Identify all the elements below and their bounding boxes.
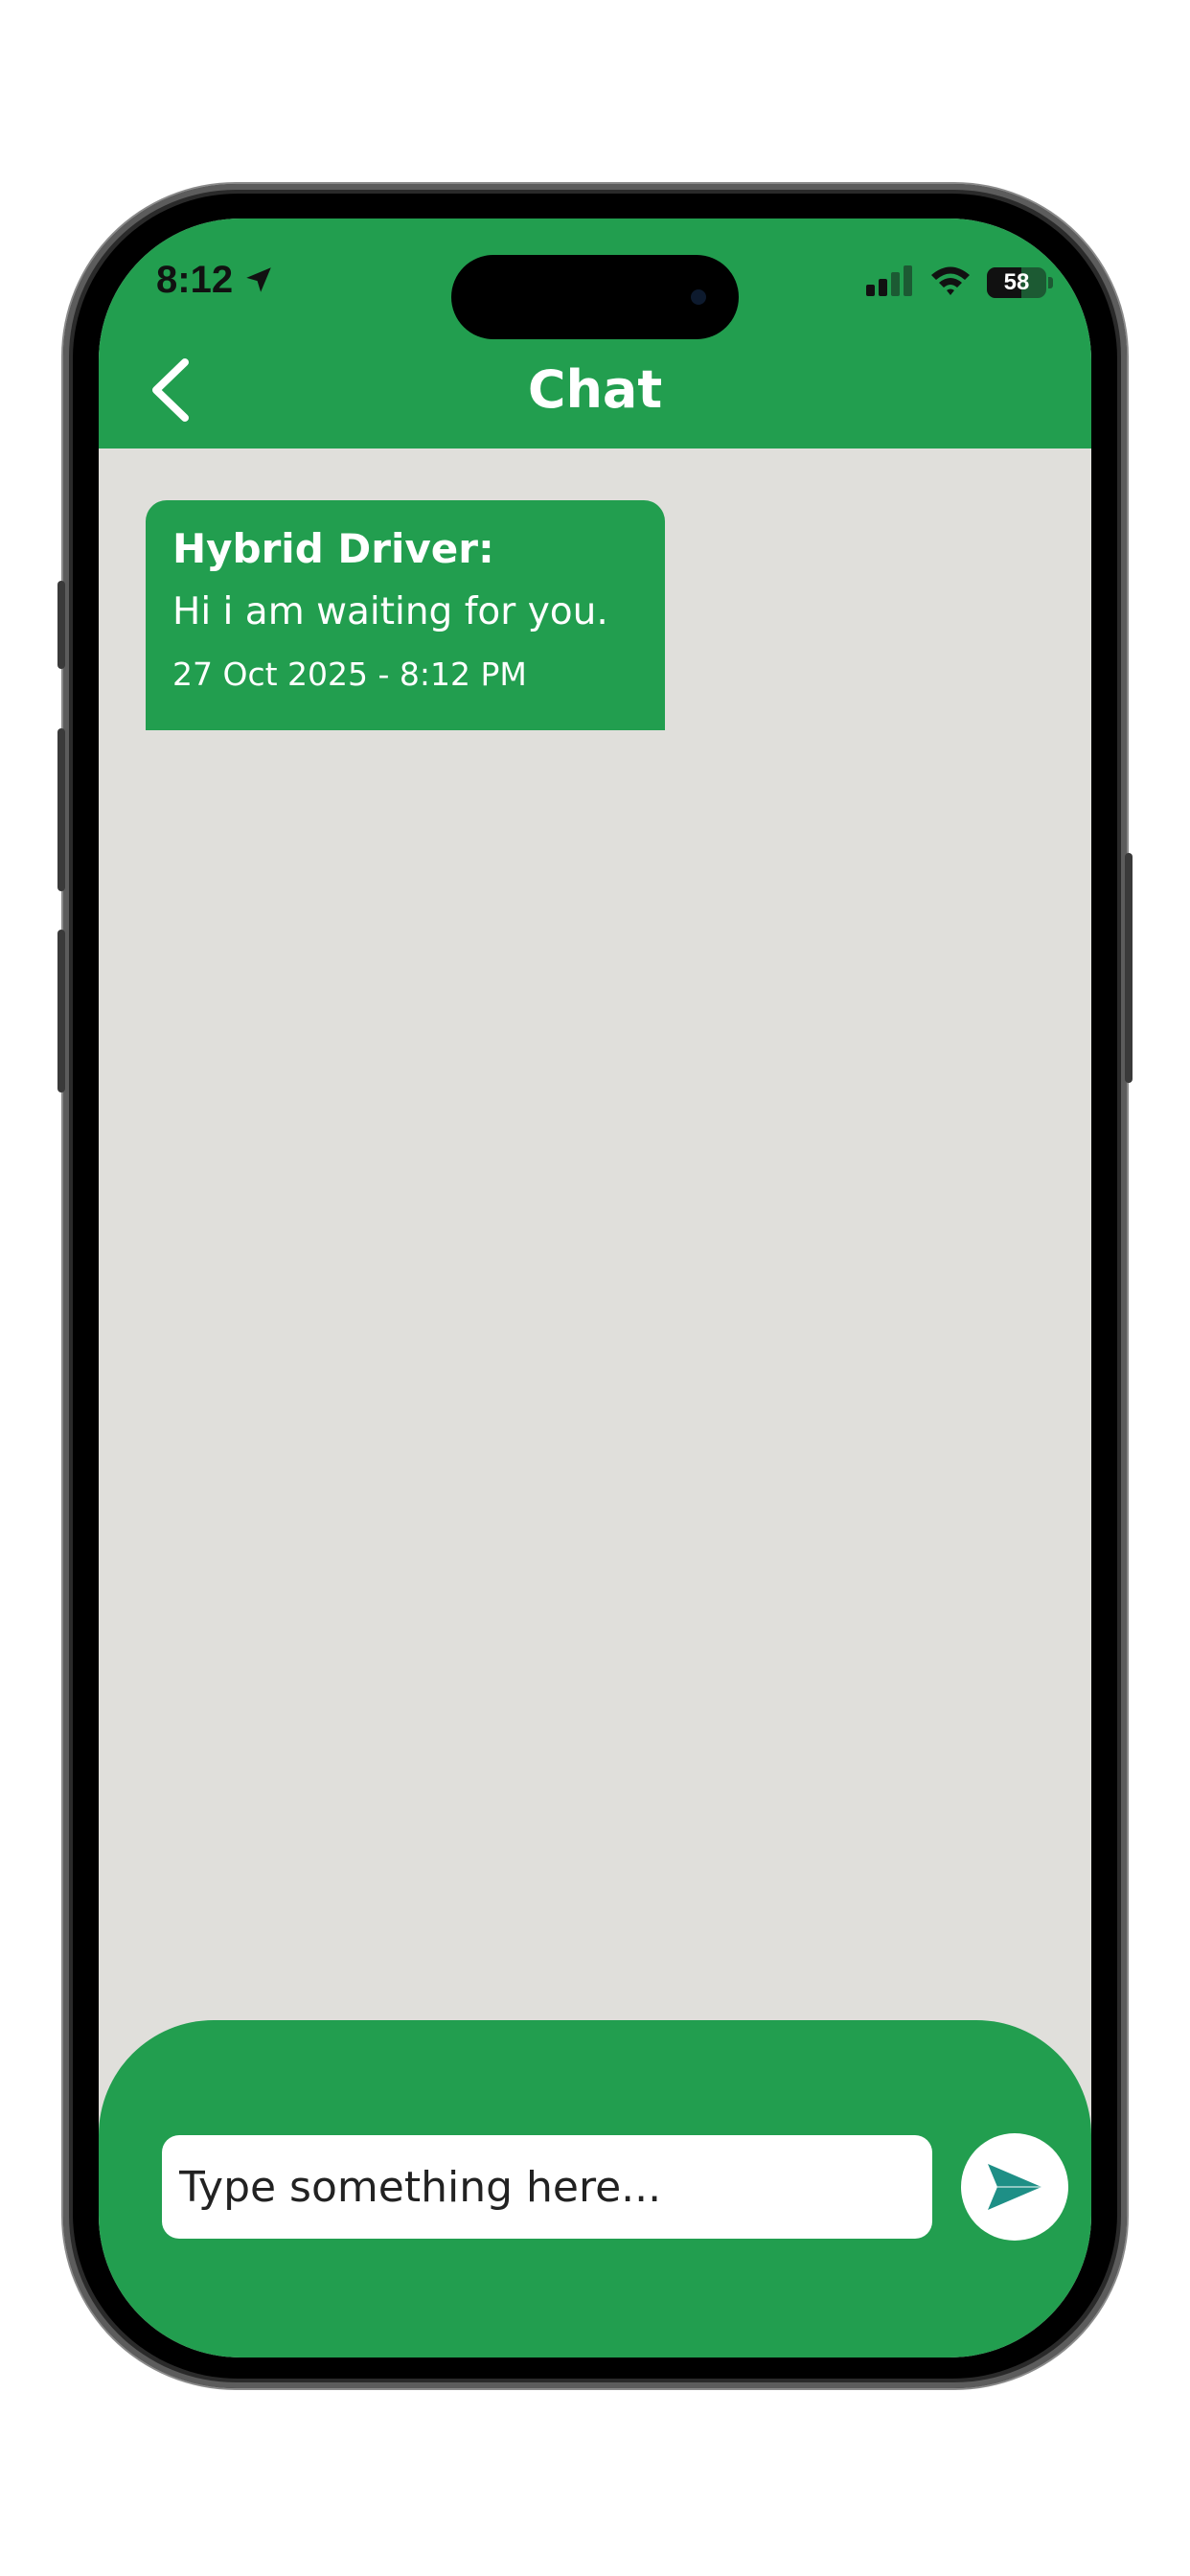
battery-icon: 58 xyxy=(987,267,1046,298)
screenshot-stage: 8:12 58 Chat Hybrid Driver: Hi i am wait… xyxy=(0,0,1190,2576)
side-button-action xyxy=(57,581,65,669)
wifi-icon xyxy=(929,264,972,301)
side-button-volume-up xyxy=(57,728,65,891)
side-button-volume-down xyxy=(57,930,65,1092)
message-composer xyxy=(99,2020,1091,2358)
message-sender: Hybrid Driver: xyxy=(172,525,494,572)
phone-screen: 8:12 58 Chat Hybrid Driver: Hi i am wait… xyxy=(99,218,1091,2358)
battery-cap xyxy=(1048,277,1053,288)
message-input[interactable] xyxy=(162,2135,932,2239)
front-camera xyxy=(691,289,706,305)
status-bar-time: 8:12 xyxy=(156,251,275,309)
cellular-signal-icon xyxy=(866,265,914,300)
app-header: 8:12 58 Chat xyxy=(99,218,1091,448)
status-bar-icons: 58 xyxy=(866,257,1053,309)
message-text: Hi i am waiting for you. xyxy=(172,590,608,633)
location-arrow-icon xyxy=(242,264,275,296)
status-time-text: 8:12 xyxy=(156,258,234,301)
battery-level: 58 xyxy=(1003,269,1030,295)
message-bubble: Hybrid Driver: Hi i am waiting for you. … xyxy=(146,500,665,730)
send-arrow-icon xyxy=(988,2164,1041,2210)
dynamic-island xyxy=(451,255,739,339)
message-timestamp: 27 Oct 2025 - 8:12 PM xyxy=(172,656,527,693)
side-button-power xyxy=(1125,853,1133,1083)
send-button[interactable] xyxy=(961,2133,1068,2241)
page-title: Chat xyxy=(527,359,663,420)
